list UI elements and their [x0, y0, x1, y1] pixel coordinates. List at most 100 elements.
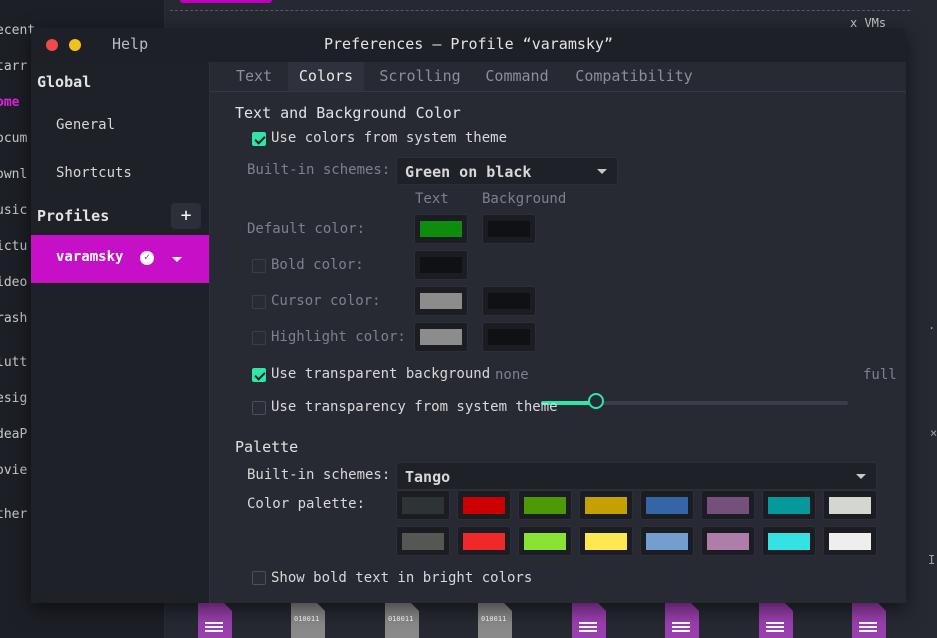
- chevron-down-icon: [597, 169, 607, 174]
- bg-sidebar-item[interactable]: ome: [0, 95, 19, 110]
- tab-text[interactable]: Text: [210, 62, 298, 91]
- binary-file-icon[interactable]: 010011: [478, 603, 512, 638]
- bold-color-checkbox[interactable]: [252, 259, 266, 273]
- palette-color-fill: [768, 533, 810, 550]
- palette-color-1[interactable]: [457, 490, 511, 520]
- default-background-color-button[interactable]: [482, 214, 536, 244]
- bg-sidebar-item[interactable]: tarr: [0, 59, 27, 74]
- palette-color-3[interactable]: [579, 490, 633, 520]
- bg-sidebar-item[interactable]: rash: [0, 311, 27, 326]
- bg-sidebar-item[interactable]: ocum: [0, 131, 27, 146]
- bg-dots-icon: .: [928, 318, 936, 332]
- tab-colors[interactable]: Colors: [288, 62, 364, 91]
- bg-sidebar-item[interactable]: ideo: [0, 275, 27, 290]
- use-system-colors-label[interactable]: Use colors from system theme: [271, 130, 507, 146]
- palette-color-12[interactable]: [640, 526, 694, 556]
- palette-color-8[interactable]: [396, 526, 450, 556]
- palette-color-fill: [829, 533, 871, 550]
- bg-sidebar-item[interactable]: lutt: [0, 355, 27, 370]
- document-file-icon[interactable]: [665, 603, 699, 638]
- palette-color-11[interactable]: [579, 526, 633, 556]
- bold-color-label[interactable]: Bold color:: [271, 257, 364, 273]
- binary-file-label: 010011: [481, 615, 507, 623]
- binary-file-icon[interactable]: 010011: [385, 603, 419, 638]
- palette-color-7[interactable]: [823, 490, 877, 520]
- title-bar[interactable]: Help Preferences – Profile “varamsky”: [31, 28, 906, 62]
- palette-color-14[interactable]: [762, 526, 816, 556]
- palette-color-10[interactable]: [518, 526, 572, 556]
- palette-color-4[interactable]: [640, 490, 694, 520]
- bg-sidebar-item[interactable]: usic: [0, 203, 27, 218]
- use-system-colors-checkbox[interactable]: [252, 132, 266, 146]
- document-file-icon[interactable]: [852, 603, 886, 638]
- background-file-row: 010011 010011 010011: [0, 603, 937, 638]
- palette-color-13[interactable]: [701, 526, 755, 556]
- color-fill: [488, 329, 530, 345]
- highlight-color-label[interactable]: Highlight color:: [271, 329, 406, 345]
- palette-color-2[interactable]: [518, 490, 572, 520]
- color-fill: [488, 221, 530, 237]
- document-file-icon[interactable]: [198, 603, 232, 638]
- sidebar-item-profile[interactable]: varamsky ✓: [31, 235, 209, 283]
- transparency-slider-handle[interactable]: [588, 393, 605, 409]
- system-transparency-label[interactable]: Use transparency from system theme: [271, 399, 558, 415]
- document-file-icon[interactable]: [572, 603, 606, 638]
- palette-color-9[interactable]: [457, 526, 511, 556]
- preferences-sidebar: Global General Shortcuts Profiles + vara…: [31, 62, 210, 603]
- palette-color-15[interactable]: [823, 526, 877, 556]
- binary-file-label: 010011: [388, 615, 414, 623]
- transparent-background-checkbox[interactable]: [252, 368, 266, 382]
- cursor-text-color-button[interactable]: [414, 286, 468, 316]
- cursor-color-label[interactable]: Cursor color:: [271, 293, 381, 309]
- palette-color-fill: [463, 533, 505, 550]
- builtin-scheme-dropdown[interactable]: Green on black: [396, 157, 618, 185]
- bg-sidebar-item[interactable]: ovie: [0, 463, 27, 478]
- binary-file-icon[interactable]: 010011: [291, 603, 325, 638]
- palette-scheme-dropdown[interactable]: Tango: [396, 462, 877, 490]
- bg-sidebar-item[interactable]: ownl: [0, 167, 27, 182]
- bg-sidebar-item[interactable]: esig: [0, 391, 27, 406]
- tab-command[interactable]: Command: [480, 62, 554, 91]
- palette-color-6[interactable]: [762, 490, 816, 520]
- cursor-background-color-button[interactable]: [482, 286, 536, 316]
- bg-sidebar-item[interactable]: ther: [0, 507, 27, 522]
- palette-color-fill: [402, 497, 444, 514]
- palette-color-fill: [402, 533, 444, 550]
- highlight-text-color-button[interactable]: [414, 322, 468, 352]
- profile-menu-chevron-down-icon[interactable]: [172, 257, 182, 262]
- palette-color-fill: [768, 497, 810, 514]
- preferences-content: Text Colors Scrolling Command Compatibil…: [210, 62, 906, 603]
- tab-bar: Text Colors Scrolling Command Compatibil…: [210, 62, 906, 92]
- transparent-background-label[interactable]: Use transparent background: [271, 366, 490, 382]
- bold-bright-label[interactable]: Show bold text in bright colors: [271, 570, 532, 586]
- preferences-window: Help Preferences – Profile “varamsky” Gl…: [31, 28, 906, 603]
- bg-sidebar-item[interactable]: deaP: [0, 427, 27, 442]
- transparency-slider[interactable]: [541, 393, 848, 409]
- cursor-color-checkbox[interactable]: [252, 295, 266, 309]
- sidebar-item-shortcuts[interactable]: Shortcuts: [56, 165, 132, 181]
- system-transparency-checkbox[interactable]: [252, 401, 266, 415]
- document-file-icon[interactable]: [759, 603, 793, 638]
- background-sidebar: ecent tarr ome ocum ownl usic ictu ideo …: [0, 0, 35, 638]
- palette-color-fill: [707, 533, 749, 550]
- background-drop-outline: [170, 10, 910, 11]
- default-text-color-button[interactable]: [414, 214, 468, 244]
- bg-sidebar-item[interactable]: ecent: [0, 23, 35, 38]
- bg-sidebar-item[interactable]: ictu: [0, 239, 27, 254]
- bold-bright-checkbox[interactable]: [252, 571, 266, 585]
- palette-color-0[interactable]: [396, 490, 450, 520]
- bold-text-color-button[interactable]: [414, 250, 468, 280]
- sidebar-item-general[interactable]: General: [56, 117, 115, 133]
- add-profile-button[interactable]: +: [171, 203, 201, 229]
- palette-color-fill: [463, 497, 505, 514]
- tab-scrolling[interactable]: Scrolling: [370, 62, 470, 91]
- palette-color-5[interactable]: [701, 490, 755, 520]
- tab-compatibility[interactable]: Compatibility: [568, 62, 700, 91]
- palette-color-fill: [646, 533, 688, 550]
- highlight-color-checkbox[interactable]: [252, 331, 266, 345]
- palette-color-fill: [524, 533, 566, 550]
- bg-close-icon: ×: [930, 426, 937, 440]
- palette-color-fill: [524, 497, 566, 514]
- default-color-label: Default color:: [247, 221, 366, 237]
- highlight-background-color-button[interactable]: [482, 322, 536, 352]
